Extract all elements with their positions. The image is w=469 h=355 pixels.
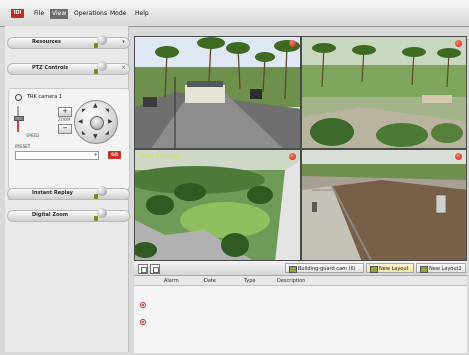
ptz-controls-bar[interactable]: PTZ Controls × xyxy=(7,61,130,75)
video-tile-2[interactable] xyxy=(301,36,467,149)
speed-label: SPEED xyxy=(26,133,40,138)
collapse-icon[interactable]: ▾ xyxy=(121,40,126,45)
layout-tab-building-guard[interactable]: Building-guard cam (6) xyxy=(285,263,364,273)
video-grid: Main Building xyxy=(134,36,467,261)
layout-tab-label: Building-guard cam (6) xyxy=(298,266,356,272)
menu-help[interactable]: Help xyxy=(133,9,151,19)
layout-tab-new-layout2[interactable]: New Layout2 xyxy=(416,263,466,273)
video-tile-4[interactable] xyxy=(301,149,467,261)
zoom-in-button[interactable]: + xyxy=(58,107,72,117)
ptz-direction-pad[interactable]: ▲ ▼ ◀ ▶ ◤ ◥ ◣ ◢ xyxy=(74,100,118,144)
record-indicator-icon xyxy=(289,153,296,160)
layout-icon xyxy=(289,266,297,273)
home-button[interactable] xyxy=(90,116,104,130)
camera-feed-image xyxy=(302,37,466,148)
menu-operations[interactable]: Operations xyxy=(72,9,109,19)
instant-replay-label: Instant Replay xyxy=(32,190,73,196)
alarm-table-header: Alarm Date Type Description xyxy=(134,276,467,286)
close-icon[interactable]: × xyxy=(121,66,126,71)
ptz-controls-label: PTZ Controls xyxy=(32,65,69,71)
video-tile-1[interactable] xyxy=(134,36,301,149)
menu-mode[interactable]: Mode xyxy=(108,9,128,19)
layout-icon xyxy=(420,266,428,273)
grid-view-icon[interactable] xyxy=(150,264,160,274)
record-indicator-icon xyxy=(289,40,296,47)
resources-bar[interactable]: Resources ▾ xyxy=(7,35,130,49)
video-tile-3[interactable]: Main Building xyxy=(134,149,301,261)
table-row[interactable] xyxy=(134,300,467,310)
alarm-icon xyxy=(140,302,146,308)
joystick-icon xyxy=(94,208,108,221)
instant-replay-bar[interactable]: Instant Replay xyxy=(7,186,130,200)
arrow-up-left-icon[interactable]: ◤ xyxy=(82,108,86,114)
menu-view[interactable]: View xyxy=(50,9,69,19)
left-panel: Resources ▾ PTZ Controls × TRK camera 1 … xyxy=(5,26,130,352)
zoom-out-button[interactable]: − xyxy=(58,124,72,134)
chevron-down-icon: ▾ xyxy=(94,152,97,158)
camera-feed-image xyxy=(302,150,466,260)
go-button[interactable]: GO xyxy=(108,151,121,159)
column-date[interactable]: Date xyxy=(204,278,216,284)
joystick-icon xyxy=(94,35,108,48)
resources-label: Resources xyxy=(32,39,62,45)
column-alarm[interactable]: Alarm xyxy=(164,278,179,284)
zoom-label: ZOOM xyxy=(58,117,71,122)
camera-feed-image xyxy=(135,150,300,260)
app-logo: IDI xyxy=(11,9,24,18)
speed-slider-handle[interactable] xyxy=(14,115,24,121)
layout-icon xyxy=(370,266,378,273)
arrow-right-icon[interactable]: ▶ xyxy=(108,119,113,125)
arrow-up-right-icon[interactable]: ◥ xyxy=(105,108,109,114)
camera-caption: Main Building xyxy=(139,153,180,160)
camera-icon xyxy=(15,94,22,101)
column-description[interactable]: Description xyxy=(277,278,305,284)
layout-toolbar: Building-guard cam (6) New Layout New La… xyxy=(134,261,467,276)
layout-tab-label: New Layout2 xyxy=(429,266,462,272)
preset-label: PRESET xyxy=(15,144,31,149)
joystick-icon xyxy=(94,61,108,74)
layout-tab-label: New Layout xyxy=(379,266,409,272)
arrow-down-left-icon[interactable]: ◣ xyxy=(82,130,86,136)
table-row[interactable] xyxy=(134,317,467,327)
alarm-table: Alarm Date Type Description xyxy=(134,276,467,353)
ptz-panel: TRK camera 1 SPEED + ZOOM − ▲ ▼ ◀ ▶ ◤ ◥ … xyxy=(8,88,130,190)
menu-file[interactable]: File xyxy=(32,9,46,19)
arrow-left-icon[interactable]: ◀ xyxy=(78,119,83,125)
arrow-down-right-icon[interactable]: ◢ xyxy=(105,130,109,136)
record-indicator-icon xyxy=(455,153,462,160)
preset-select[interactable]: ▾ xyxy=(15,151,99,160)
arrow-up-icon[interactable]: ▲ xyxy=(93,103,98,109)
digital-zoom-label: Digital Zoom xyxy=(32,212,69,218)
camera-name: TRK camera 1 xyxy=(27,94,63,100)
alarm-icon xyxy=(140,319,146,325)
digital-zoom-bar[interactable]: Digital Zoom xyxy=(7,208,130,222)
layout-tab-new-layout[interactable]: New Layout xyxy=(366,263,414,273)
joystick-icon xyxy=(94,186,108,199)
menu-bar: IDI File View Operations Mode Help xyxy=(0,0,469,27)
arrow-down-icon[interactable]: ▼ xyxy=(93,134,98,140)
camera-feed-image xyxy=(135,37,300,148)
record-indicator-icon xyxy=(455,40,462,47)
single-view-icon[interactable] xyxy=(138,264,148,274)
column-type[interactable]: Type xyxy=(244,278,255,284)
